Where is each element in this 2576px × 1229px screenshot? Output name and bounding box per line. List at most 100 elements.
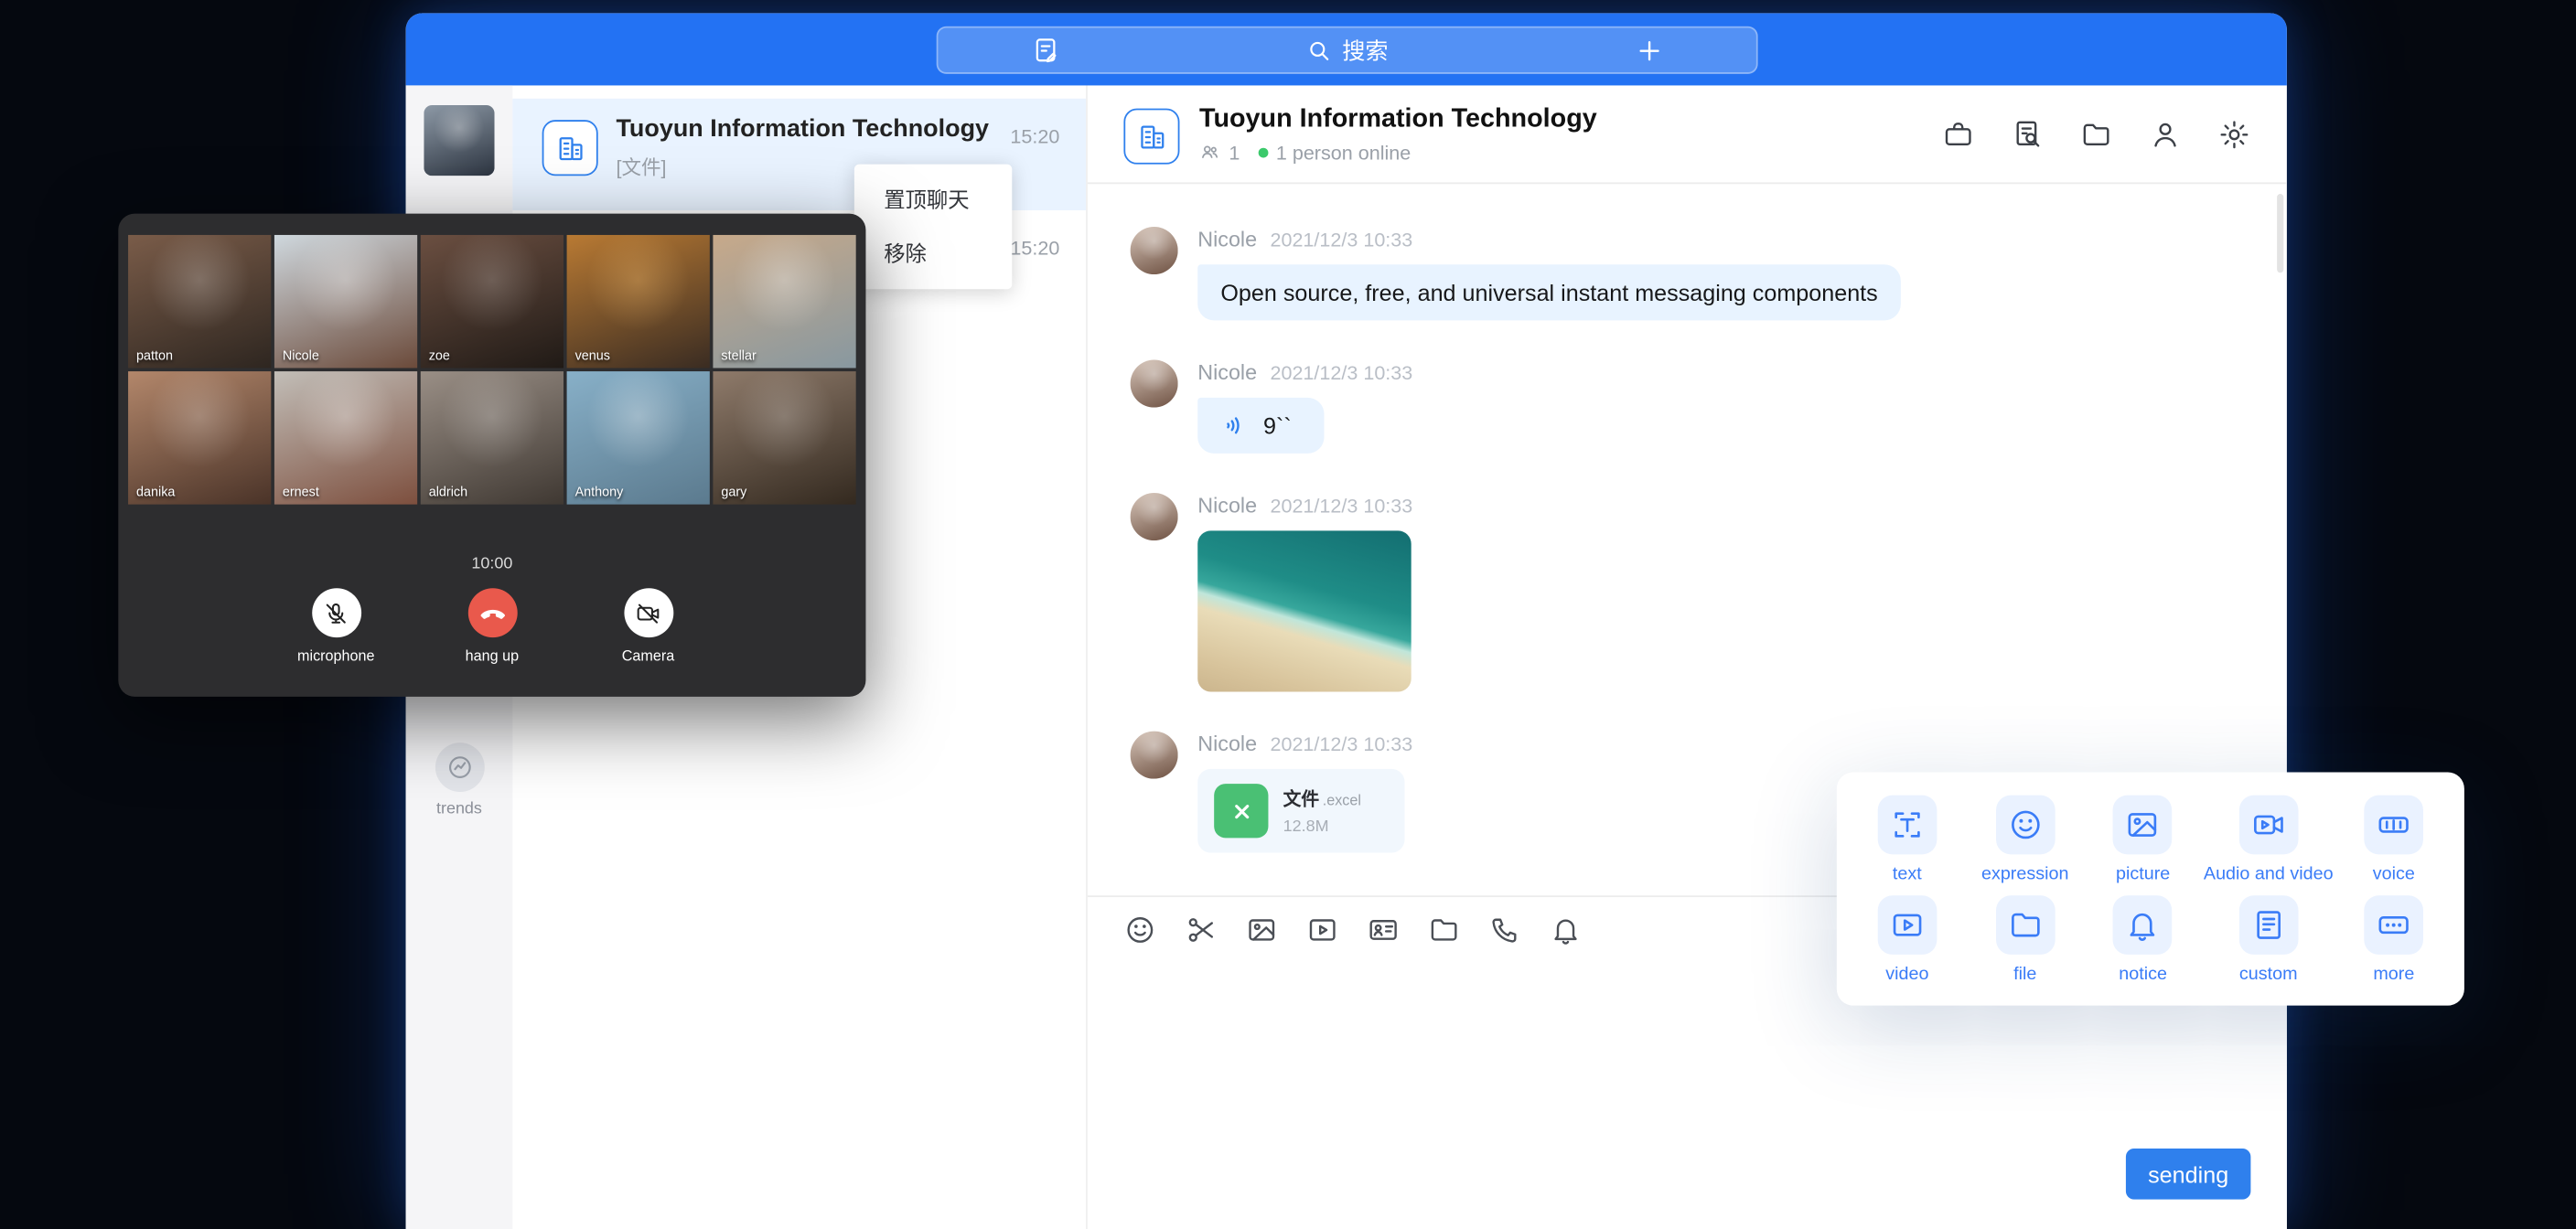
audio-video-icon <box>2238 795 2298 854</box>
trends-label: trends <box>406 800 513 818</box>
chat-record-search-icon[interactable] <box>2011 117 2044 150</box>
picture-icon <box>2113 795 2173 854</box>
avatar[interactable] <box>1131 493 1178 540</box>
profile-avatar[interactable] <box>424 105 494 176</box>
video-icon[interactable] <box>1306 913 1339 946</box>
file-size: 12.8M <box>1283 818 1361 837</box>
message-time: 2021/12/3 10:33 <box>1270 495 1412 518</box>
file-ext: .excel <box>1323 792 1361 808</box>
notes-button[interactable] <box>995 28 1094 73</box>
company-icon <box>542 120 598 176</box>
participant-video: venus <box>567 235 710 369</box>
sidebar-item-trends[interactable]: trends <box>406 743 513 818</box>
search-input[interactable]: 搜索 <box>1306 34 1389 67</box>
titlebar: 搜索 <box>406 13 2287 85</box>
panel-item-expression[interactable]: expression <box>1968 788 2082 889</box>
avatar[interactable] <box>1131 732 1178 779</box>
message-image: Nicole 2021/12/3 10:33 <box>1131 493 2248 691</box>
microphone-button[interactable]: microphone <box>286 588 385 664</box>
message-time: 2021/12/3 10:33 <box>1270 732 1412 755</box>
online-dot <box>1258 147 1268 157</box>
search-pill: 搜索 <box>937 27 1758 74</box>
scrollbar-thumb[interactable] <box>2277 194 2283 273</box>
panel-item-text[interactable]: text <box>1850 788 1964 889</box>
message-text: Nicole 2021/12/3 10:33 Open source, free… <box>1131 227 2248 320</box>
voice-icon <box>2365 795 2424 854</box>
chat-title: Tuoyun Information Technology <box>1199 104 1597 134</box>
conversation-time: 15:20 <box>1010 237 1059 260</box>
participant-video: stellar <box>713 235 855 369</box>
video-call-window[interactable]: patton Nicole zoe venus stellar danika e… <box>118 214 865 697</box>
plus-icon <box>1635 36 1664 65</box>
more-icon <box>2365 894 2424 954</box>
camera-button[interactable]: Camera <box>599 588 698 664</box>
participant-video: Anthony <box>567 371 710 505</box>
members-icon <box>1199 142 1220 163</box>
meeting-icon[interactable] <box>1942 117 1975 150</box>
sender-name: Nicole <box>1197 732 1257 756</box>
panel-item-video[interactable]: video <box>1850 889 1964 989</box>
settings-icon[interactable] <box>2217 117 2250 150</box>
panel-item-file[interactable]: file <box>1968 889 2082 989</box>
avatar[interactable] <box>1131 359 1178 407</box>
file-icon[interactable] <box>1428 913 1461 946</box>
picture-icon[interactable] <box>1245 913 1278 946</box>
emoji-icon[interactable] <box>1123 913 1156 946</box>
camera-off-icon <box>624 588 673 637</box>
member-manage-icon[interactable] <box>2149 117 2182 150</box>
message-time: 2021/12/3 10:33 <box>1270 229 1412 251</box>
add-button[interactable] <box>1600 28 1699 73</box>
hang-up-button[interactable]: hang up <box>443 588 542 664</box>
member-count: 1 <box>1229 141 1240 164</box>
screenshot-icon[interactable] <box>1185 913 1218 946</box>
call-icon[interactable] <box>1488 913 1521 946</box>
sender-name: Nicole <box>1197 359 1257 384</box>
notice-icon <box>2113 894 2173 954</box>
message-time: 2021/12/3 10:33 <box>1270 361 1412 384</box>
conversation-time: 15:20 <box>1010 125 1059 148</box>
expression-icon <box>1995 795 2055 854</box>
video-icon <box>1878 894 1937 954</box>
conversation-context-menu: 置顶聊天 移除 <box>854 165 1012 290</box>
menu-item-remove[interactable]: 移除 <box>854 227 1012 281</box>
chat-titles: Tuoyun Information Technology 1 1 person… <box>1199 104 1597 164</box>
panel-item-picture[interactable]: picture <box>2086 788 2200 889</box>
participant-grid: patton Nicole zoe venus stellar danika e… <box>128 235 856 505</box>
participant-video: ernest <box>274 371 417 505</box>
menu-item-pin-chat[interactable]: 置顶聊天 <box>854 173 1012 227</box>
sender-name: Nicole <box>1197 227 1257 251</box>
panel-item-custom[interactable]: custom <box>2204 889 2334 989</box>
search-icon <box>1306 37 1333 63</box>
clipboard-edit-icon <box>1029 35 1060 66</box>
audio-duration: 9`` <box>1263 412 1292 439</box>
file-icon <box>1995 894 2055 954</box>
voice-wave-icon <box>1220 411 1250 440</box>
notice-icon[interactable] <box>1550 913 1583 946</box>
file-message[interactable]: 文件.excel 12.8M <box>1197 769 1404 853</box>
participant-video: aldrich <box>421 371 564 505</box>
conversation-title: Tuoyun Information Technology <box>616 115 989 144</box>
text-bubble[interactable]: Open source, free, and universal instant… <box>1197 264 1901 320</box>
file-name: 文件 <box>1283 790 1320 810</box>
sender-name: Nicole <box>1197 493 1257 518</box>
avatar[interactable] <box>1131 227 1178 274</box>
chat-header: Tuoyun Information Technology 1 1 person… <box>1088 85 2287 184</box>
folder-icon[interactable] <box>2080 117 2113 150</box>
search-label: 搜索 <box>1342 34 1388 67</box>
send-button[interactable]: sending <box>2126 1149 2250 1200</box>
participant-video: Nicole <box>274 235 417 369</box>
panel-item-more[interactable]: more <box>2336 889 2451 989</box>
message-type-panel: text expression picture <box>1837 772 2464 1005</box>
participant-video: patton <box>128 235 271 369</box>
trends-icon <box>435 743 484 792</box>
audio-bubble[interactable]: 9`` <box>1197 398 1325 454</box>
panel-item-voice[interactable]: voice <box>2336 788 2451 889</box>
hang-up-icon <box>467 588 517 637</box>
participant-video: gary <box>713 371 855 505</box>
panel-item-audio-video[interactable]: Audio and video <box>2204 788 2334 889</box>
participant-video: zoe <box>421 235 564 369</box>
contact-card-icon[interactable] <box>1367 913 1400 946</box>
participant-video: danika <box>128 371 271 505</box>
panel-item-notice[interactable]: notice <box>2086 889 2200 989</box>
beach-photo-message[interactable] <box>1197 530 1411 691</box>
